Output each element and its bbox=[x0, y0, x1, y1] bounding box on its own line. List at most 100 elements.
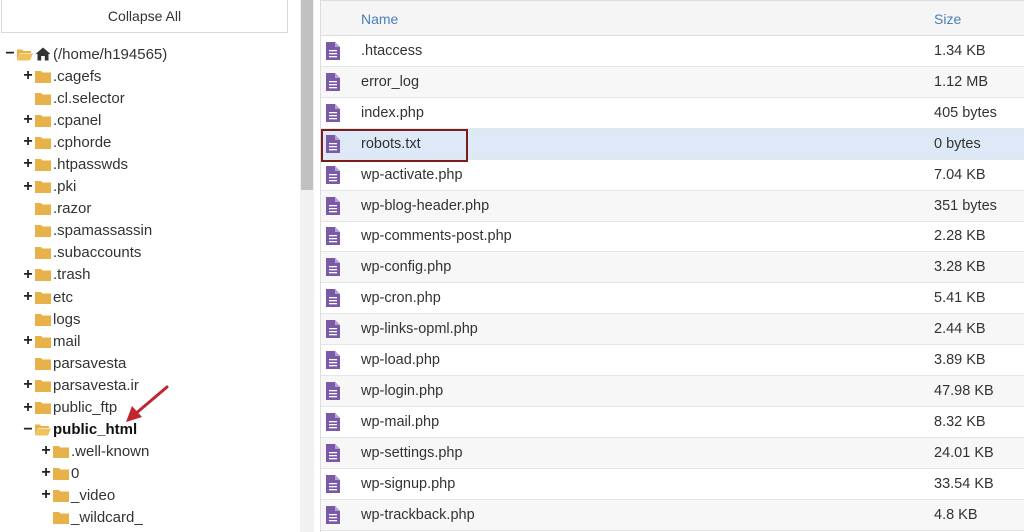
tree-item-label: .pki bbox=[53, 178, 77, 195]
file-size: 24.01 KB bbox=[934, 444, 994, 461]
file-row[interactable]: wp-comments-post.php 2.28 KB bbox=[321, 221, 1024, 253]
file-icon bbox=[326, 42, 340, 60]
home-icon bbox=[35, 47, 51, 61]
file-name[interactable]: wp-signup.php bbox=[361, 476, 455, 492]
tree-item-label: _wildcard_ bbox=[71, 508, 143, 526]
tree-child-item[interactable]: + _video bbox=[40, 484, 115, 506]
file-size: 5.41 KB bbox=[934, 290, 986, 307]
expand-toggle-icon[interactable]: + bbox=[22, 112, 34, 128]
tree-item-label: .cagefs bbox=[53, 67, 102, 85]
expand-toggle-icon[interactable]: + bbox=[22, 178, 34, 195]
tree-item[interactable]: +parsavesta bbox=[22, 352, 126, 374]
expand-toggle-icon[interactable]: + bbox=[22, 68, 34, 84]
tree-item[interactable]: +logs bbox=[22, 308, 81, 330]
expand-toggle-icon[interactable]: + bbox=[22, 333, 34, 349]
tree-child-item[interactable]: +0 bbox=[40, 462, 79, 484]
folder-icon bbox=[35, 92, 51, 105]
file-size: 2.28 KB bbox=[934, 228, 986, 245]
file-row[interactable]: wp-blog-header.php 351 bytes bbox=[321, 190, 1024, 222]
folder-icon bbox=[53, 467, 69, 480]
file-size: 3.28 KB bbox=[934, 259, 986, 276]
tree-item[interactable]: + .cpanel bbox=[22, 109, 101, 131]
file-icon bbox=[326, 320, 340, 339]
file-row[interactable]: wp-settings.php 24.01 KB bbox=[321, 437, 1024, 469]
file-icon bbox=[326, 381, 340, 400]
expand-toggle-icon[interactable]: + bbox=[22, 156, 34, 172]
tree-item[interactable]: + mail bbox=[22, 330, 81, 352]
tree-item[interactable]: + .cagefs bbox=[22, 65, 101, 87]
folder-icon bbox=[53, 511, 69, 524]
folder-icon bbox=[35, 335, 51, 348]
expand-toggle-icon[interactable]: + bbox=[40, 487, 52, 503]
file-size: 4.8 KB bbox=[934, 506, 978, 523]
file-row[interactable]: wp-load.php 3.89 KB bbox=[321, 345, 1024, 376]
collapse-toggle-icon[interactable]: − bbox=[4, 46, 16, 62]
tree-child-item[interactable]: + .well-known bbox=[40, 440, 149, 462]
file-name[interactable]: wp-blog-header.php bbox=[361, 198, 489, 214]
file-size: 3.89 KB bbox=[934, 352, 986, 368]
expand-toggle-icon[interactable]: + bbox=[22, 266, 34, 283]
folder-icon bbox=[35, 401, 51, 414]
file-row[interactable]: wp-links-opml.php 2.44 KB bbox=[321, 314, 1024, 346]
file-name[interactable]: error_log bbox=[361, 74, 419, 90]
file-row[interactable]: wp-mail.php 8.32 KB bbox=[321, 407, 1024, 438]
folder-icon bbox=[35, 379, 51, 392]
file-name[interactable]: wp-activate.php bbox=[361, 167, 463, 183]
tree-root[interactable]: − (/home/h194565) bbox=[4, 43, 167, 65]
file-row[interactable]: error_log 1.12 MB bbox=[321, 66, 1024, 98]
tree-item[interactable]: + .htpasswds bbox=[22, 153, 128, 175]
file-row[interactable]: wp-config.php 3.28 KB bbox=[321, 252, 1024, 284]
tree-item[interactable]: + public_ftp bbox=[22, 397, 117, 419]
tree-item[interactable]: +.subaccounts bbox=[22, 242, 141, 264]
tree-item[interactable]: +.razor bbox=[22, 198, 91, 220]
tree-item-label: .cl.selector bbox=[53, 89, 125, 107]
expand-toggle-icon[interactable]: + bbox=[22, 134, 34, 150]
expand-toggle-icon[interactable]: + bbox=[40, 443, 52, 459]
collapse-toggle-icon[interactable]: − bbox=[22, 421, 34, 438]
tree-item[interactable]: + .pki bbox=[22, 176, 76, 198]
tree-item[interactable]: + .trash bbox=[22, 264, 90, 286]
file-row[interactable]: wp-activate.php 7.04 KB bbox=[321, 160, 1024, 191]
file-name[interactable]: wp-config.php bbox=[361, 259, 451, 275]
file-name[interactable]: wp-cron.php bbox=[361, 290, 441, 306]
tree-item[interactable]: +.cl.selector bbox=[22, 87, 125, 109]
file-name[interactable]: wp-login.php bbox=[361, 383, 443, 399]
tree-item[interactable]: − public_html bbox=[22, 419, 137, 441]
expand-toggle-icon[interactable]: + bbox=[40, 465, 52, 481]
tree-scrollbar-thumb[interactable] bbox=[301, 0, 313, 190]
file-name[interactable]: wp-trackback.php bbox=[361, 507, 475, 523]
file-row[interactable]: wp-signup.php 33.54 KB bbox=[321, 469, 1024, 500]
expand-toggle-icon[interactable]: + bbox=[22, 289, 34, 305]
file-name[interactable]: index.php bbox=[361, 105, 424, 121]
tree-item-label: _video bbox=[71, 486, 116, 504]
file-name[interactable]: wp-load.php bbox=[361, 352, 440, 368]
folder-icon bbox=[35, 136, 51, 149]
file-icon bbox=[326, 412, 340, 431]
file-name[interactable]: .htaccess bbox=[361, 43, 422, 59]
file-row[interactable]: wp-trackback.php 4.8 KB bbox=[321, 499, 1024, 531]
tree-item-label: .cphorde bbox=[53, 133, 112, 151]
tree-item-label: 0 bbox=[71, 464, 80, 482]
file-row[interactable]: wp-cron.php 5.41 KB bbox=[321, 283, 1024, 315]
file-row[interactable]: wp-login.php 47.98 KB bbox=[321, 375, 1024, 407]
tree-item-label: mail bbox=[53, 332, 81, 350]
tree-item[interactable]: + .cphorde bbox=[22, 131, 111, 153]
file-icon bbox=[326, 474, 340, 493]
tree-item[interactable]: + parsavesta.ir bbox=[22, 374, 139, 396]
file-row[interactable]: .htaccess 1.34 KB bbox=[321, 36, 1024, 67]
file-name[interactable]: wp-settings.php bbox=[361, 445, 463, 461]
file-name[interactable]: wp-links-opml.php bbox=[361, 321, 478, 337]
tree-child-item[interactable]: +_wildcard_ bbox=[40, 506, 143, 528]
file-row[interactable]: index.php 405 bytes bbox=[321, 98, 1024, 129]
file-icon bbox=[326, 505, 340, 524]
file-icon bbox=[326, 443, 340, 462]
expand-toggle-icon[interactable]: + bbox=[22, 377, 34, 393]
expand-toggle-icon[interactable]: + bbox=[22, 399, 34, 416]
file-name[interactable]: wp-mail.php bbox=[361, 414, 439, 430]
name-column-header[interactable]: Name bbox=[361, 11, 398, 27]
collapse-all-button[interactable]: Collapse All bbox=[1, 0, 288, 33]
tree-item[interactable]: +.spamassassin bbox=[22, 220, 152, 242]
tree-item[interactable]: + etc bbox=[22, 286, 73, 308]
file-name[interactable]: wp-comments-post.php bbox=[361, 228, 512, 244]
size-column-header[interactable]: Size bbox=[934, 11, 961, 27]
